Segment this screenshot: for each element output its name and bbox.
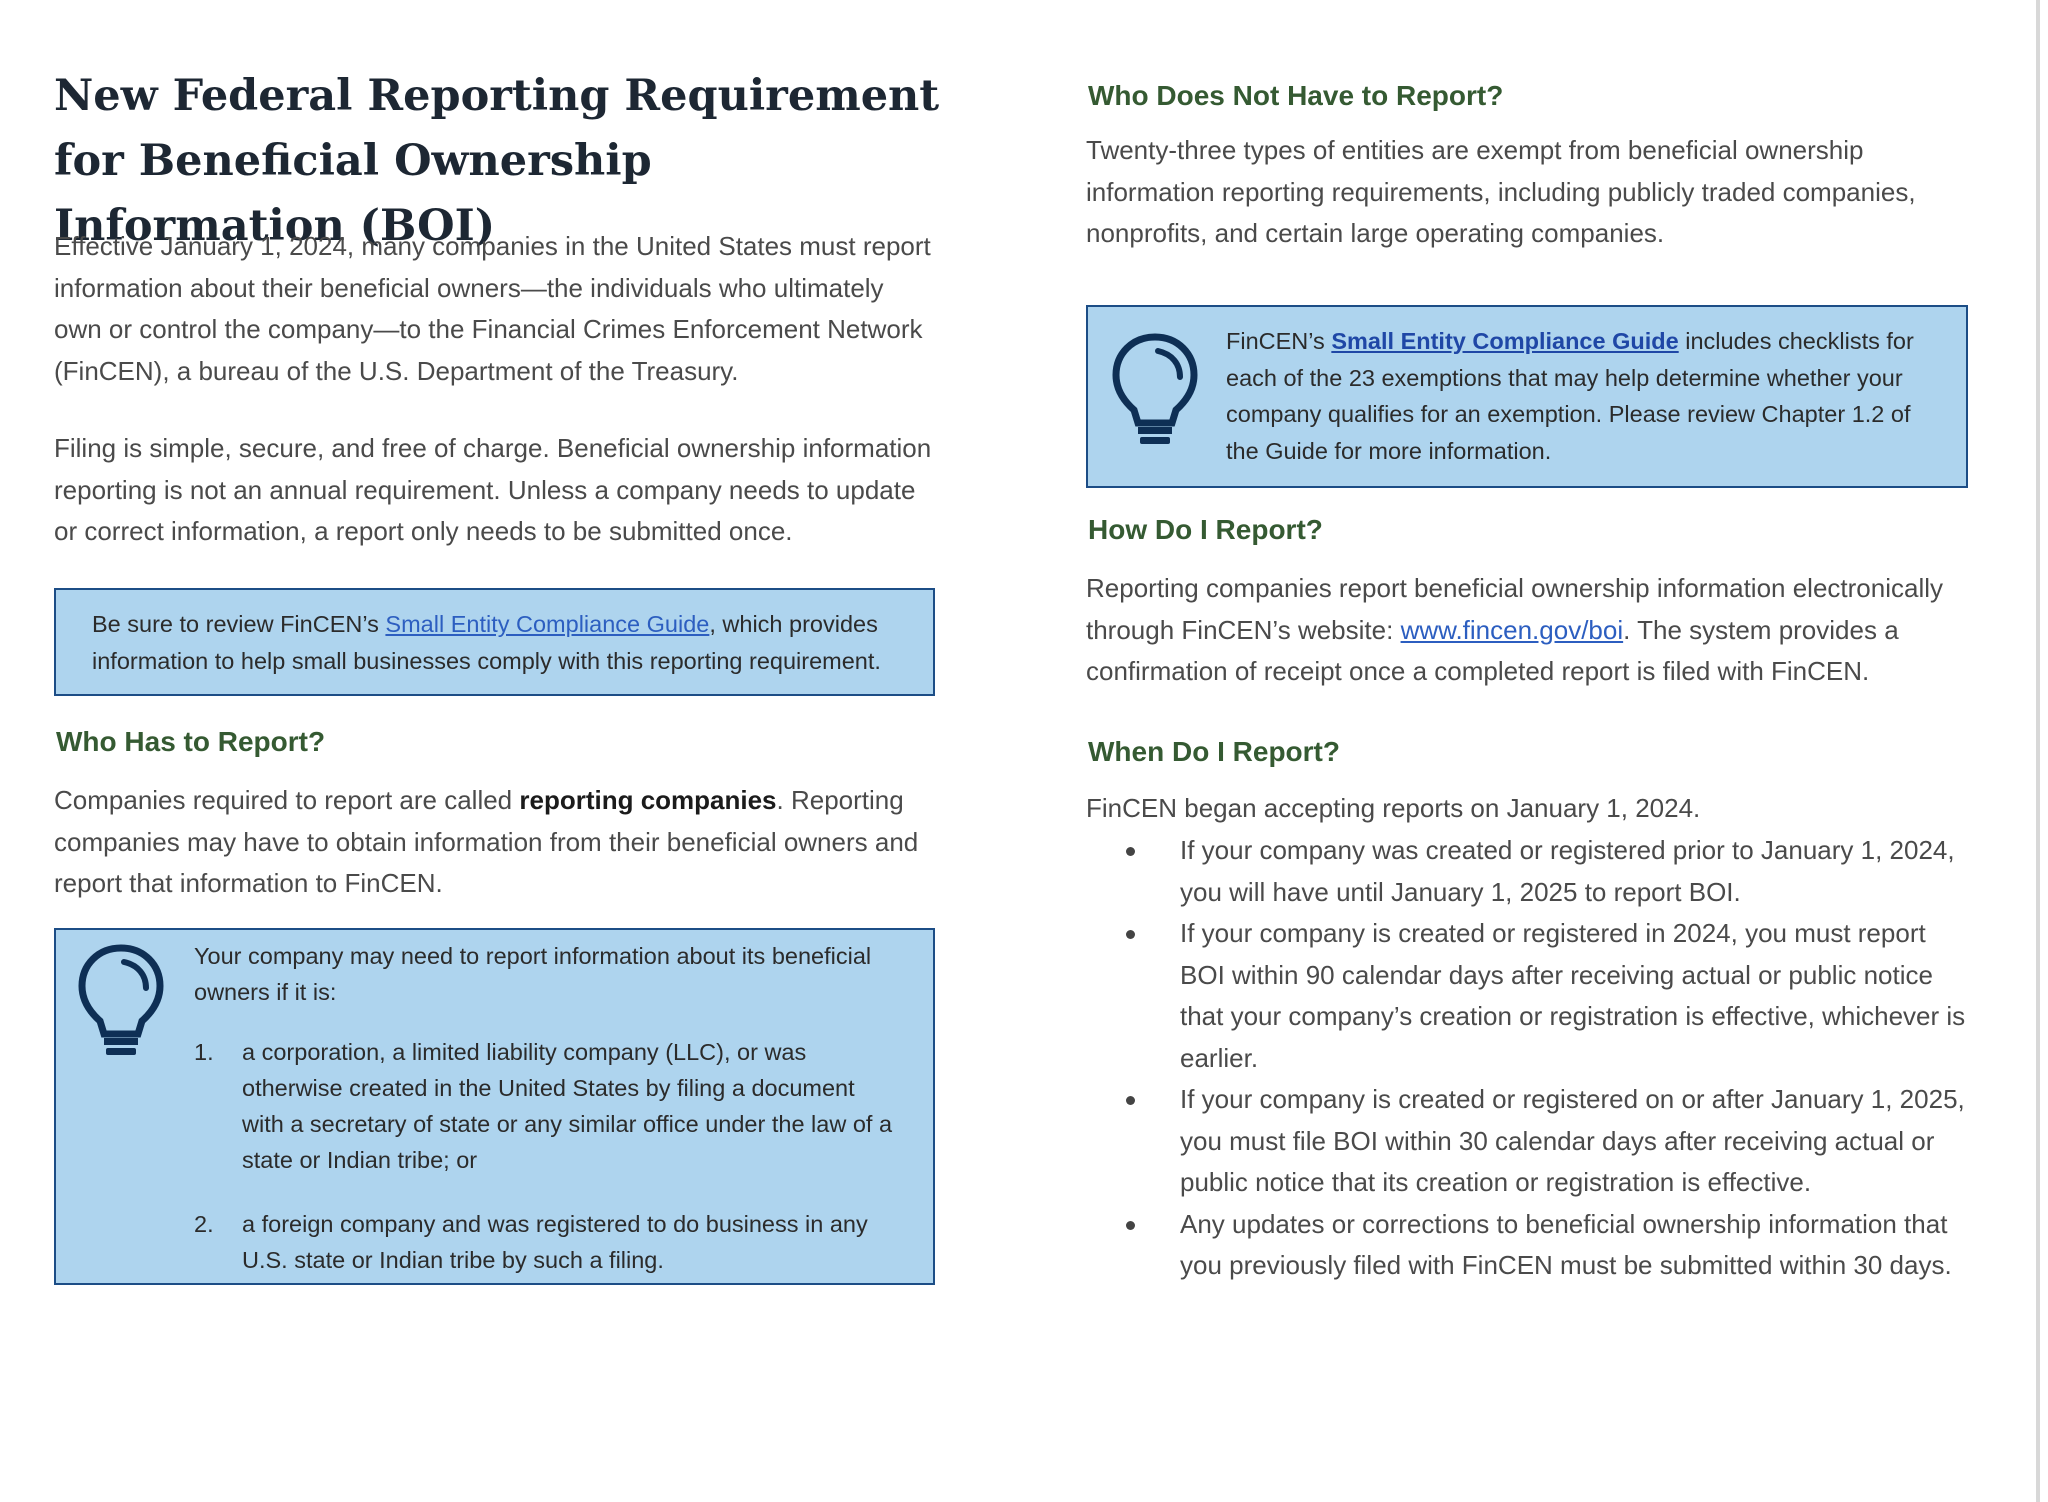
- who-has-to-report-text: Companies required to report are called …: [54, 785, 919, 898]
- list-item: 2. a foreign company and was registered …: [194, 1206, 914, 1286]
- who-has-to-report-heading: Who Has to Report?: [56, 726, 326, 757]
- who-does-not-report-text: Twenty-three types of entities are exemp…: [1086, 135, 1916, 248]
- when-do-i-report-heading: When Do I Report?: [1088, 736, 1340, 767]
- bullet: [1126, 930, 1135, 939]
- how-do-i-report-text: Reporting companies report beneficial ow…: [1086, 573, 1943, 686]
- list-item: Any updates or corrections to beneficial…: [1086, 1204, 1966, 1287]
- bullet: [1126, 847, 1135, 856]
- company-types-callout: Your company may need to report informat…: [54, 928, 935, 1285]
- exemption-text: FinCEN’s Small Entity Compliance Guide i…: [1226, 328, 1914, 464]
- who-does-not-report-heading: Who Does Not Have to Report?: [1088, 80, 1504, 111]
- list-item-text: a foreign company and was registered to …: [242, 1211, 868, 1273]
- list-item: 1. a corporation, a limited liability co…: [194, 1034, 914, 1184]
- bullet: [1126, 1220, 1135, 1230]
- when-intro: FinCEN began accepting reports on Januar…: [1086, 793, 1701, 823]
- page-edge: [2036, 0, 2040, 1502]
- list-item: If your company is created or registered…: [1086, 1079, 1966, 1204]
- list-item: If your company was created or registere…: [1086, 830, 1966, 913]
- fincen-boi-link[interactable]: www.fincen.gov/boi: [1401, 615, 1624, 645]
- review-guide-text: Be sure to review FinCEN’s Small Entity …: [92, 611, 881, 674]
- small-entity-guide-link[interactable]: Small Entity Compliance Guide: [1331, 328, 1678, 354]
- lightbulb-icon: [1112, 333, 1198, 444]
- list-number: 2.: [194, 1211, 214, 1237]
- list-number: 1.: [194, 1039, 214, 1065]
- bullet: [1126, 1096, 1135, 1105]
- list-item-text: a corporation, a limited liability compa…: [242, 1039, 893, 1173]
- filing-paragraph: Filing is simple, secure, and free of ch…: [54, 433, 932, 546]
- exemption-callout: FinCEN’s Small Entity Compliance Guide i…: [1086, 305, 1968, 488]
- reporting-companies-term: reporting companies: [519, 785, 777, 815]
- list-item: If your company is created or registered…: [1086, 913, 1966, 1079]
- how-do-i-report-heading: How Do I Report?: [1088, 514, 1323, 545]
- deadline-list: If your company was created or registere…: [1086, 830, 1966, 1287]
- lightbulb-icon: [78, 944, 164, 1055]
- company-types-intro: Your company may need to report informat…: [194, 943, 872, 1005]
- intro-paragraph: Effective January 1, 2024, many companie…: [54, 231, 931, 386]
- small-entity-guide-link[interactable]: Small Entity Compliance Guide: [385, 611, 709, 637]
- review-guide-callout: Be sure to review FinCEN’s Small Entity …: [54, 588, 935, 696]
